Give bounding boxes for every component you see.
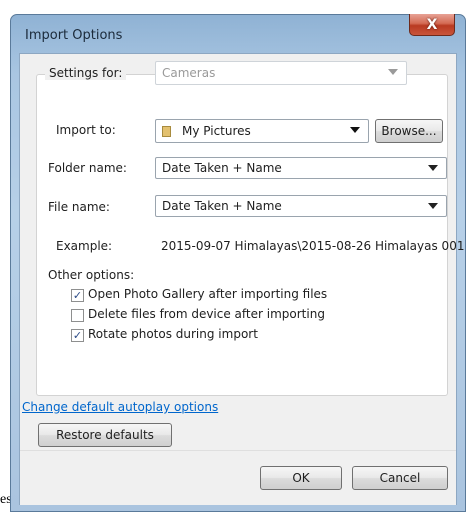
- open-gallery-checkbox[interactable]: ✓: [71, 289, 84, 302]
- close-icon: X: [426, 16, 438, 33]
- delete-files-label[interactable]: Delete files from device after importing: [88, 307, 325, 321]
- browse-button[interactable]: Browse...: [375, 119, 443, 143]
- example-label: Example:: [56, 239, 113, 253]
- ok-button[interactable]: OK: [260, 466, 342, 490]
- folder-icon: [162, 124, 172, 138]
- settings-for-label: Settings for:: [49, 66, 123, 80]
- change-autoplay-link[interactable]: Change default autoplay options: [22, 400, 218, 414]
- settings-for-row: Settings for:: [45, 66, 127, 80]
- import-to-label: Import to:: [56, 123, 116, 137]
- checkmark-icon: ✓: [72, 289, 83, 302]
- import-options-dialog: Import Options X Settings for: Cameras I…: [10, 14, 468, 512]
- folder-name-value: Date Taken + Name: [162, 161, 282, 175]
- chevron-down-icon: [350, 127, 360, 133]
- dialog-footer: OK Cancel: [20, 450, 456, 505]
- rotate-photos-checkbox[interactable]: ✓: [71, 329, 84, 342]
- chevron-down-icon: [428, 203, 438, 209]
- cancel-button[interactable]: Cancel: [352, 466, 448, 490]
- file-name-select[interactable]: Date Taken + Name: [155, 195, 447, 217]
- rotate-photos-label[interactable]: Rotate photos during import: [88, 327, 258, 341]
- close-button[interactable]: X: [409, 14, 455, 36]
- window-title: Import Options: [25, 28, 123, 43]
- title-bar[interactable]: Import Options X: [11, 14, 465, 53]
- delete-files-checkbox[interactable]: [71, 309, 84, 322]
- settings-for-select[interactable]: Cameras: [155, 61, 407, 85]
- import-to-select[interactable]: My Pictures: [155, 119, 369, 143]
- other-options-label: Other options:: [48, 268, 135, 282]
- import-to-value: My Pictures: [182, 124, 251, 138]
- dialog-content: Settings for: Cameras Import to: My Pict…: [19, 53, 468, 505]
- settings-for-value: Cameras: [162, 66, 216, 80]
- checkmark-icon: ✓: [72, 329, 83, 342]
- example-value: 2015-09-07 Himalayas\2015-08-26 Himalaya…: [161, 239, 468, 253]
- chevron-down-icon: [428, 165, 438, 171]
- folder-name-label: Folder name:: [48, 161, 127, 175]
- settings-group: Settings for: Cameras Import to: My Pict…: [36, 61, 468, 396]
- file-name-value: Date Taken + Name: [162, 199, 282, 213]
- chevron-down-icon: [388, 69, 398, 75]
- open-gallery-label[interactable]: Open Photo Gallery after importing files: [88, 287, 327, 301]
- file-name-label: File name:: [48, 200, 110, 214]
- folder-name-select[interactable]: Date Taken + Name: [155, 157, 447, 179]
- restore-defaults-button[interactable]: Restore defaults: [38, 423, 172, 447]
